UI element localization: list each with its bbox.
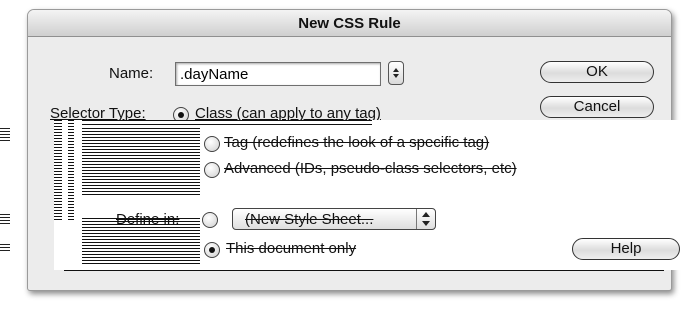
ok-button[interactable]: OK — [540, 61, 654, 83]
artifact-mark — [0, 217, 10, 218]
radio-tag-label: Tag (redefines the look of a specific ta… — [224, 134, 490, 151]
artifact-mark — [0, 214, 10, 215]
name-input[interactable]: .dayName — [175, 62, 381, 86]
artifact-mark — [0, 131, 10, 132]
cancel-button-label: Cancel — [573, 98, 621, 115]
name-stepper[interactable] — [388, 61, 404, 85]
up-down-arrows-icon — [422, 212, 430, 226]
style-sheet-select[interactable]: (New Style Sheet... — [232, 208, 436, 230]
help-button[interactable]: Help — [572, 238, 680, 260]
artifact-mark — [0, 128, 10, 129]
artifact-line — [82, 124, 372, 125]
artifact-mark — [0, 137, 10, 138]
radio-this-document-label: This document only — [226, 240, 357, 257]
artifact-mark — [0, 220, 10, 221]
bottom-edge-line — [64, 270, 664, 271]
artifact-mark — [0, 244, 10, 245]
stripe-block — [54, 120, 62, 220]
style-sheet-select-value: (New Style Sheet... — [245, 211, 374, 228]
stripe-block — [82, 128, 200, 196]
artifact-mark — [0, 223, 10, 224]
glitched-region: Tag (redefines the look of a specific ta… — [54, 120, 682, 271]
name-label: Name: — [109, 65, 154, 82]
artifact-mark — [0, 247, 10, 248]
ok-button-label: OK — [586, 63, 608, 80]
artifact-line — [82, 120, 372, 121]
cancel-button[interactable]: Cancel — [540, 96, 654, 118]
radio-new-style-sheet[interactable] — [202, 212, 218, 228]
radio-this-document[interactable] — [204, 242, 220, 258]
select-arrows — [416, 209, 435, 229]
stripe-block — [68, 120, 74, 220]
artifact-mark — [0, 134, 10, 135]
artifact-mark — [0, 250, 10, 251]
up-down-arrows-icon — [393, 68, 399, 78]
dialog-title: New CSS Rule — [298, 15, 401, 32]
help-button-label: Help — [610, 240, 642, 257]
name-input-value: .dayName — [180, 66, 249, 83]
radio-advanced[interactable] — [204, 162, 220, 178]
radio-advanced-label: Advanced (IDs, pseudo-class selectors, e… — [224, 160, 517, 177]
title-bar[interactable]: New CSS Rule — [28, 10, 671, 37]
define-in-label: Define in: — [116, 211, 180, 228]
artifact-mark — [0, 140, 10, 141]
radio-tag[interactable] — [204, 136, 220, 152]
